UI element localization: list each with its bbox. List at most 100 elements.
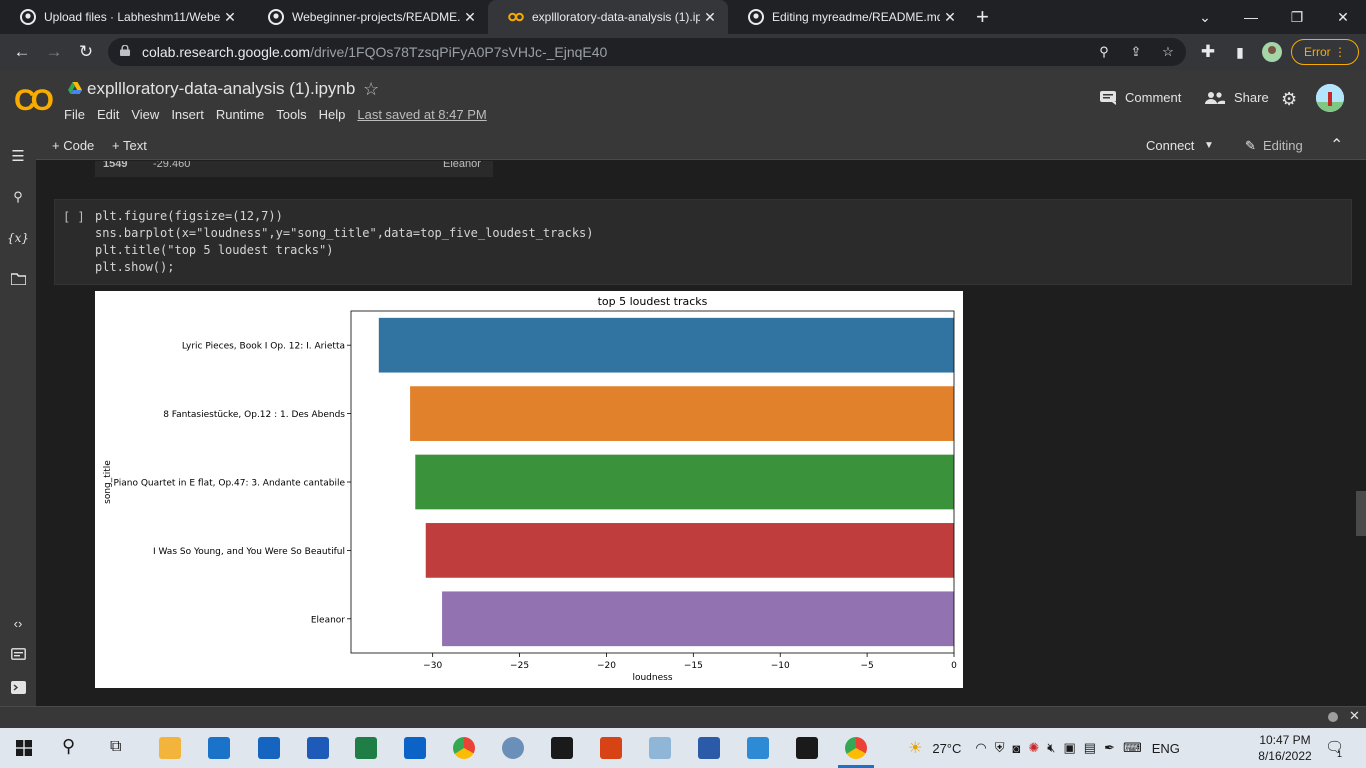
forward-button[interactable]: →: [43, 41, 65, 63]
star-icon[interactable]: ☆: [363, 79, 379, 100]
clock[interactable]: 10:47 PM 8/16/2022: [1252, 732, 1318, 764]
volume-mute-icon[interactable]: 🔇︎: [1047, 740, 1055, 756]
menu-runtime[interactable]: Runtime: [216, 107, 264, 122]
excel-icon[interactable]: [355, 737, 377, 759]
notes-app-icon[interactable]: [649, 737, 671, 759]
minimize-button[interactable]: —: [1228, 0, 1274, 34]
side-panel-icon[interactable]: ▮: [1229, 41, 1251, 63]
store-icon[interactable]: [404, 737, 426, 759]
tab-search-icon[interactable]: ⌄: [1182, 0, 1228, 34]
task-view-icon[interactable]: ⧉: [110, 738, 121, 756]
weather-temperature[interactable]: 27°C: [932, 741, 961, 756]
scrollbar-thumb[interactable]: [1356, 491, 1366, 536]
share-button[interactable]: Share: [1205, 90, 1269, 105]
close-icon[interactable]: ✕: [700, 9, 720, 26]
last-saved-link[interactable]: Last saved at 8:47 PM: [357, 107, 486, 122]
ok-app-icon[interactable]: [796, 737, 818, 759]
menu-file[interactable]: File: [64, 107, 85, 122]
pen-icon[interactable]: ✒: [1104, 740, 1115, 756]
new-tab-button[interactable]: +: [976, 4, 989, 30]
close-icon[interactable]: ✕: [460, 9, 480, 26]
people-icon: [1205, 91, 1225, 104]
command-prompt-icon[interactable]: [551, 737, 573, 759]
code-cell[interactable]: [ ] plt.figure(figsize=(12,7)) sns.barplo…: [54, 199, 1352, 285]
lenovo-app-icon[interactable]: [258, 737, 280, 759]
chrome-active-icon[interactable]: [845, 737, 867, 759]
notebook-title[interactable]: expllloratory-data-analysis (1).ipynb: [87, 79, 355, 99]
connect-button[interactable]: Connect: [1146, 138, 1194, 153]
bookmark-star-icon[interactable]: ☆: [1160, 44, 1176, 60]
tab-upload-files[interactable]: Upload files · Labheshm11/Webe ✕: [0, 0, 248, 34]
code-editor[interactable]: plt.figure(figsize=(12,7)) sns.barplot(x=…: [95, 208, 594, 276]
add-text-button[interactable]: + Text: [112, 138, 147, 153]
command-palette-icon[interactable]: [9, 645, 27, 663]
barplot-chart: Lyric Pieces, Book I Op. 12: I. Arietta 8…: [103, 295, 957, 683]
mail-icon[interactable]: [208, 737, 230, 759]
code-snippets-icon[interactable]: ‹›: [9, 614, 27, 632]
menu-insert[interactable]: Insert: [171, 107, 204, 122]
y-tick-label: Piano Quartet in E flat, Op.47: 3. Andan…: [114, 479, 346, 489]
wifi-icon[interactable]: ◠: [975, 740, 986, 756]
menu-tools[interactable]: Tools: [276, 107, 306, 122]
x-tick-label: −15: [684, 661, 703, 671]
display-icon[interactable]: ▣: [1063, 740, 1075, 756]
chrome-icon[interactable]: [453, 737, 475, 759]
url-path: /drive/1FQOs78TzsqPiFyA0P7sVHJc-_EjnqE40: [310, 44, 608, 60]
reload-button[interactable]: ↻: [75, 41, 97, 63]
terminal-icon[interactable]: [9, 678, 27, 696]
menu-help[interactable]: Help: [319, 107, 346, 122]
stocks-app-icon[interactable]: [307, 737, 329, 759]
windows-start-icon[interactable]: [16, 740, 32, 761]
variables-icon[interactable]: {x}: [7, 229, 29, 247]
extensions-icon[interactable]: ✚: [1197, 41, 1219, 63]
collapse-header-icon[interactable]: ⌃: [1330, 135, 1343, 155]
add-code-button[interactable]: + Code: [52, 138, 94, 153]
menu-view[interactable]: View: [131, 107, 159, 122]
zoom-icon[interactable]: ⚲: [1096, 44, 1112, 60]
address-bar[interactable]: colab.research.google.com/drive/1FQOs78T…: [108, 38, 1186, 66]
profile-avatar-icon[interactable]: [1261, 41, 1283, 63]
share-page-icon[interactable]: ⇪: [1128, 44, 1144, 60]
security-icon[interactable]: ⛨: [995, 740, 1005, 756]
camera-icon[interactable]: ◙: [1013, 741, 1021, 756]
x-tick-label: −25: [510, 661, 529, 671]
file-explorer-icon[interactable]: [159, 737, 181, 759]
network-icon[interactable]: ▤: [1084, 740, 1096, 756]
tab-editing-myreadme[interactable]: Editing myreadme/README.md ✕: [728, 0, 968, 34]
menu-edit[interactable]: Edit: [97, 107, 119, 122]
error-button[interactable]: Error ⋮: [1291, 39, 1359, 65]
presentation-app-icon[interactable]: [600, 737, 622, 759]
close-icon[interactable]: ✕: [940, 9, 960, 26]
row-song-title: Eleanor: [443, 161, 481, 170]
x-tick-label: 0: [951, 661, 957, 671]
powershell-icon[interactable]: [698, 737, 720, 759]
weather-icon[interactable]: ☀: [908, 738, 922, 758]
antivirus-icon[interactable]: ✺: [1028, 740, 1039, 756]
comment-icon: [1100, 90, 1116, 105]
table-of-contents-icon[interactable]: ☰: [9, 147, 27, 165]
y-tick-label: Eleanor: [311, 615, 345, 625]
keyboard-icon[interactable]: ⌨: [1123, 740, 1142, 756]
tab-colab-notebook[interactable]: expllloratory-data-analysis (1).ipy ✕: [488, 0, 728, 34]
back-button[interactable]: ←: [11, 41, 33, 63]
avatar[interactable]: [1316, 84, 1344, 112]
close-status-icon[interactable]: ✕: [1349, 708, 1360, 724]
editing-mode-button[interactable]: Editing: [1263, 138, 1303, 153]
connect-dropdown-icon[interactable]: ▼: [1204, 140, 1214, 151]
window-close-button[interactable]: ✕: [1320, 0, 1366, 34]
vscode-icon[interactable]: [747, 737, 769, 759]
comment-button[interactable]: Comment: [1100, 90, 1181, 105]
colab-logo[interactable]: CO: [14, 84, 54, 118]
colab-icon: [508, 9, 524, 25]
tab-webeginner-readme[interactable]: Webeginner-projects/README.m ✕: [248, 0, 488, 34]
close-icon[interactable]: ✕: [220, 9, 240, 26]
settings-gear-icon[interactable]: ⚙: [1281, 89, 1297, 110]
folder-icon[interactable]: [9, 270, 27, 288]
taskbar-search-icon[interactable]: ⚲: [62, 736, 75, 757]
bar: [442, 591, 954, 647]
language-indicator[interactable]: ENG: [1152, 741, 1180, 756]
restore-button[interactable]: ❐: [1274, 0, 1320, 34]
run-cell-button[interactable]: [ ]: [63, 210, 85, 224]
app-icon[interactable]: [502, 737, 524, 759]
search-icon[interactable]: ⚲: [9, 188, 27, 206]
